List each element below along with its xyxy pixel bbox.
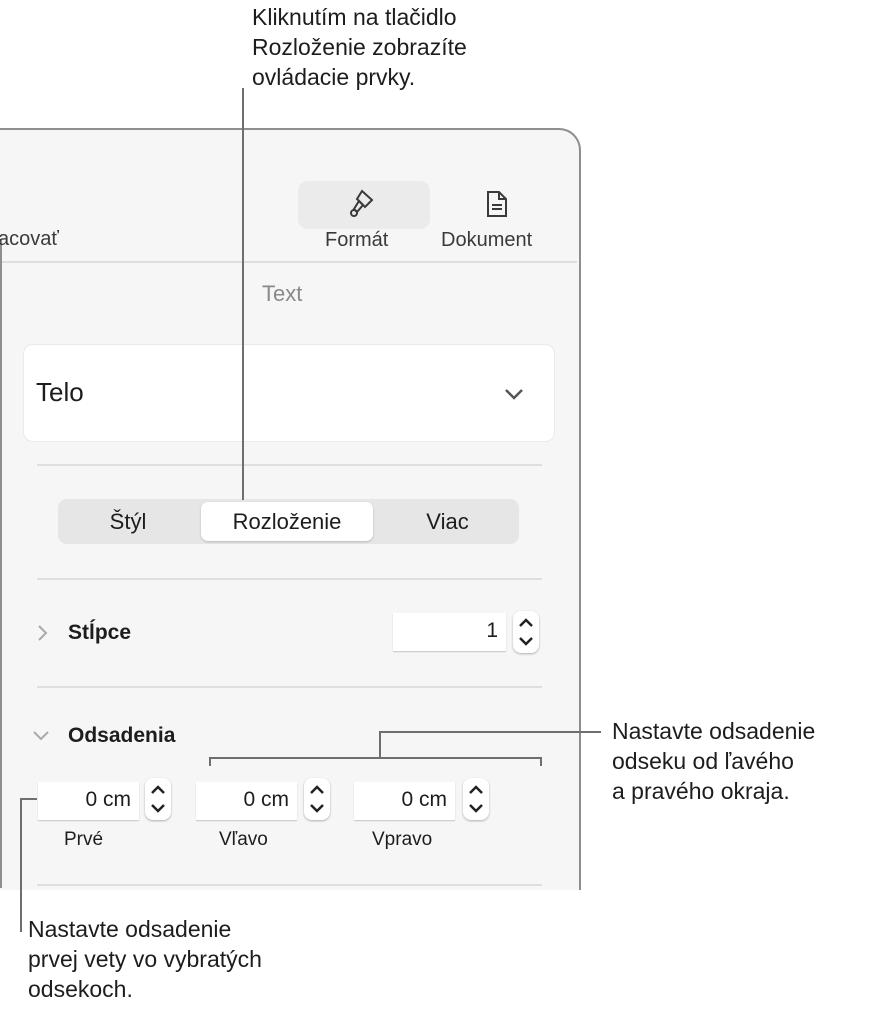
callout-line: odsekoch. — [28, 976, 133, 1002]
segmented-tabs: Štýl Rozloženie Viac — [58, 499, 519, 544]
columns-field[interactable]: 1 — [393, 613, 506, 651]
callout-line: Nastavte odsadenie — [612, 718, 816, 744]
chevron-right-icon[interactable] — [36, 624, 48, 642]
left-indent-label: Vľavo — [219, 829, 268, 850]
callout-bracket — [209, 757, 542, 759]
tab-style[interactable]: Štýl — [58, 499, 198, 544]
left-indent-field[interactable]: 0 cm — [196, 782, 297, 820]
format-button[interactable] — [298, 181, 430, 229]
paragraph-style-popup[interactable]: Telo — [24, 345, 554, 441]
chevron-down-icon — [505, 389, 523, 400]
paintbrush-icon — [350, 189, 374, 217]
callout-leader-first — [20, 798, 22, 932]
callout-indents: Nastavte odsadenie odseku od ľavého a pr… — [612, 716, 815, 806]
divider — [37, 686, 542, 688]
callout-bracket — [209, 757, 211, 766]
divider — [37, 578, 542, 580]
right-indent-stepper[interactable] — [463, 778, 489, 820]
document-button[interactable] — [486, 190, 508, 223]
document-icon — [487, 191, 507, 217]
stepper-arrows-icon — [310, 785, 324, 813]
callout-line: Kliknutím na tlačidlo — [252, 4, 457, 30]
divider — [37, 464, 542, 466]
stepper-arrows-icon — [151, 785, 165, 813]
first-indent-label: Prvé — [64, 829, 104, 850]
section-title: Text — [262, 281, 303, 306]
format-label[interactable]: Formát — [325, 229, 388, 252]
tab-more[interactable]: Viac — [376, 499, 519, 544]
callout-line: prvej vety vo vybratých — [28, 946, 262, 972]
callout-first: Nastavte odsadenie prvej vety vo vybratý… — [28, 914, 262, 1004]
toolbar-partial-label[interactable]: acovať — [0, 228, 59, 251]
indents-label[interactable]: Odsadenia — [68, 724, 175, 748]
columns-label[interactable]: Stĺpce — [68, 621, 131, 645]
callout-leader-first — [20, 798, 37, 800]
stepper-arrows-icon — [469, 785, 483, 813]
document-label[interactable]: Dokument — [441, 229, 532, 252]
right-indent-label: Vpravo — [372, 829, 433, 850]
callout-line: ovládacie prvky. — [252, 64, 416, 90]
callout-bracket — [540, 757, 542, 766]
columns-stepper[interactable] — [513, 611, 539, 653]
callout-line: odseku od ľavého — [612, 748, 794, 774]
first-indent-field[interactable]: 0 cm — [38, 782, 139, 820]
first-indent-stepper[interactable] — [145, 778, 171, 820]
callout-leader-indents — [379, 731, 381, 758]
callout-leader-layout — [242, 88, 244, 500]
divider — [37, 884, 542, 886]
stepper-arrows-icon — [519, 618, 533, 646]
paragraph-style-value: Telo — [36, 377, 84, 407]
left-indent-stepper[interactable] — [304, 778, 330, 820]
callout-line: Nastavte odsadenie — [28, 916, 232, 942]
callout-line: Rozloženie zobrazíte — [252, 34, 467, 60]
callout-layout: Kliknutím na tlačidlo Rozloženie zobrazí… — [252, 2, 467, 92]
tab-layout[interactable]: Rozloženie — [201, 502, 373, 541]
right-indent-field[interactable]: 0 cm — [354, 782, 455, 820]
divider — [2, 261, 577, 263]
chevron-down-icon[interactable] — [32, 730, 50, 742]
callout-leader-indents — [379, 731, 601, 733]
panel-divider — [0, 240, 2, 888]
callout-line: a pravého okraja. — [612, 778, 790, 804]
